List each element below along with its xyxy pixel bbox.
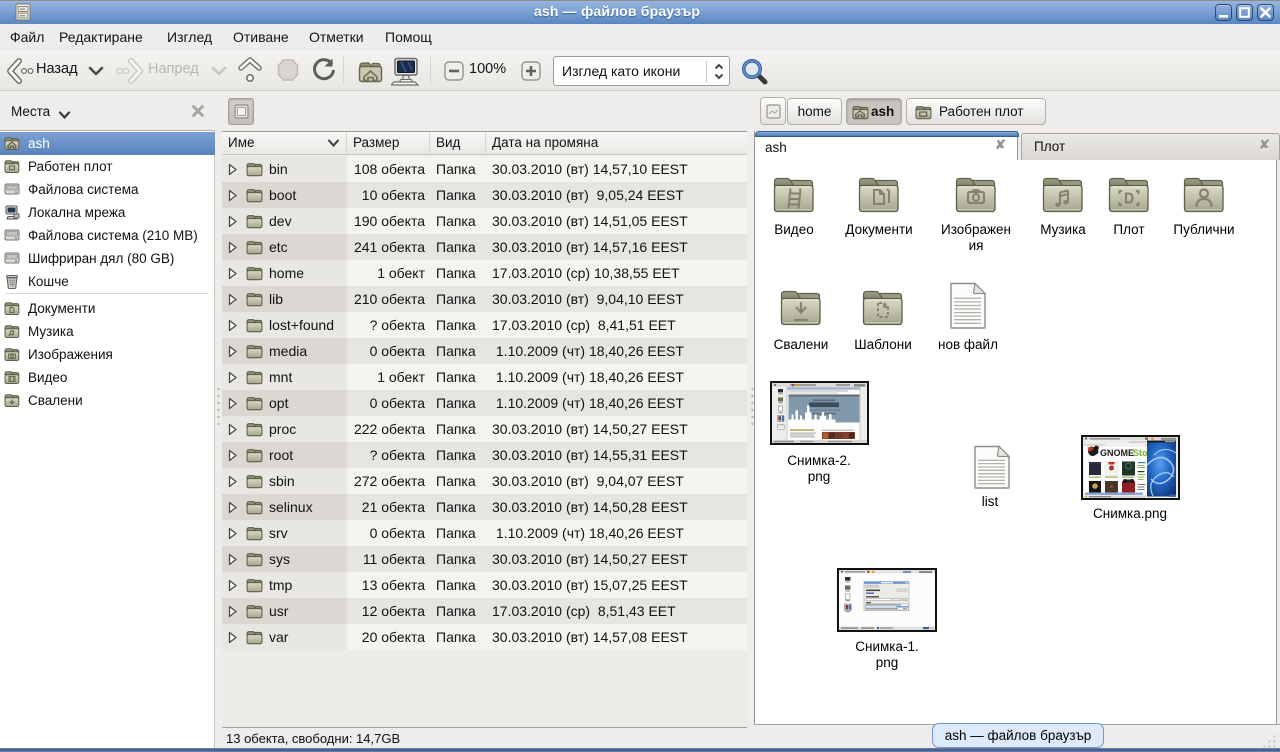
svg-text:GNOME: GNOME — [1100, 448, 1134, 458]
